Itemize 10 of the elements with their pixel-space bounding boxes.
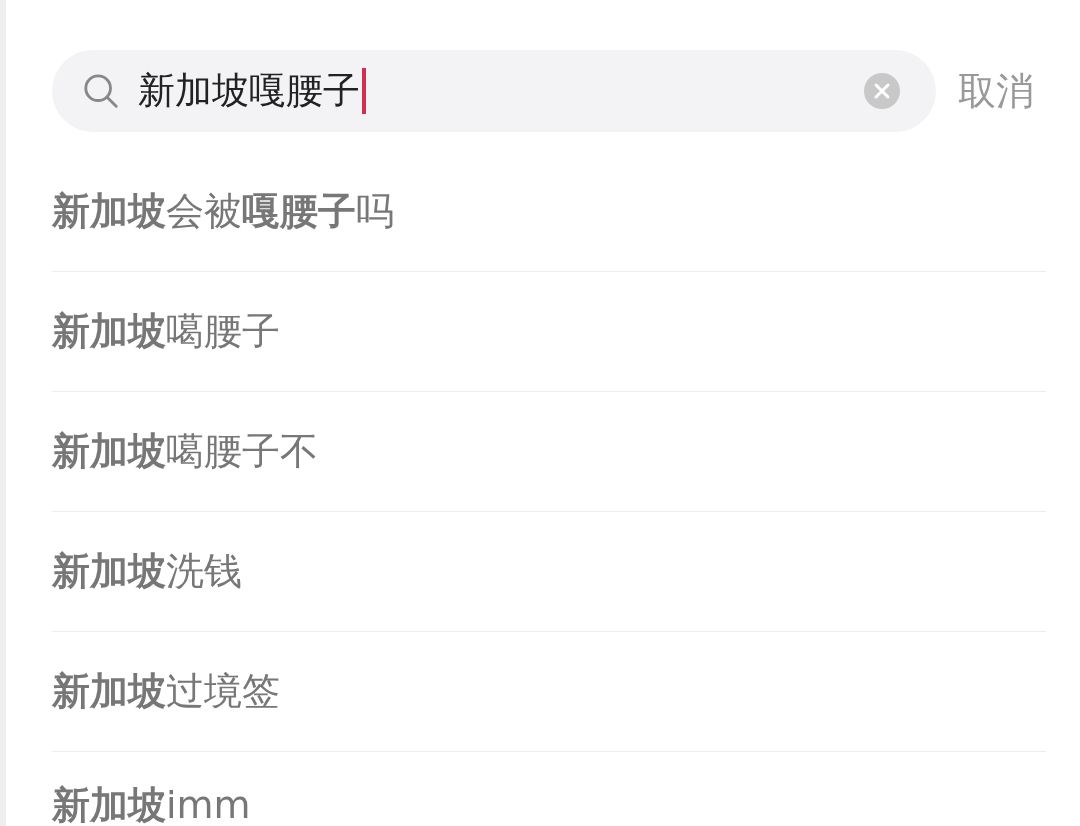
suggestion-item[interactable]: 新加坡洗钱: [52, 546, 242, 597]
clear-icon[interactable]: [864, 73, 900, 109]
suggestion-item[interactable]: 新加坡会被嘎腰子吗: [52, 186, 394, 237]
suggestion-item[interactable]: 新加坡噶腰子: [52, 306, 280, 357]
search-field[interactable]: 新加坡嘎腰子: [52, 50, 936, 132]
cancel-button[interactable]: 取消: [958, 65, 1034, 117]
suggestion-item[interactable]: 新加坡过境签: [52, 666, 280, 717]
suggestion-item[interactable]: 新加坡imm: [52, 780, 251, 826]
suggestion-item[interactable]: 新加坡噶腰子不: [52, 426, 318, 477]
search-icon: [82, 72, 120, 110]
